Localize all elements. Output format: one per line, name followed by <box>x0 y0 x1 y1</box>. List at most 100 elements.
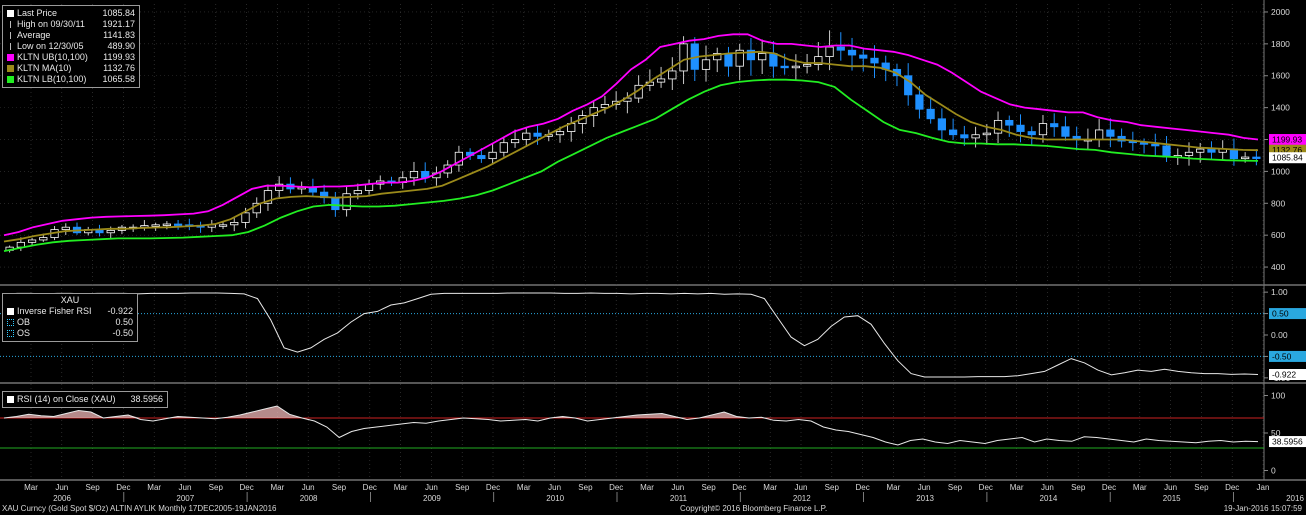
candle-body <box>960 134 969 139</box>
candle-body <box>241 212 250 223</box>
y-tick-label: 1000 <box>1271 166 1290 176</box>
legend-label-text: OB <box>17 317 31 327</box>
chart-window: Mar Jun Sep Dec Mar Jun Sep Dec Mar Jun Sep Dec Mar J… <box>0 0 1306 515</box>
x-year-label: 2012 <box>793 494 811 503</box>
y-tick-label: 1600 <box>1271 71 1290 81</box>
rsi-panel <box>0 405 1264 449</box>
x-tick-label: Dec <box>1225 483 1239 492</box>
candle-body <box>859 54 868 59</box>
x-tick-label: Mar <box>763 483 777 492</box>
candle-body <box>61 226 70 230</box>
series-line-kltn-ub <box>3 33 1259 237</box>
value-tag: 38.5956 <box>1269 436 1306 448</box>
candle-body <box>173 223 183 226</box>
x-tick-label: Sep <box>701 483 716 492</box>
candle-body <box>1016 124 1025 132</box>
x-tick-label: Sep <box>1071 483 1086 492</box>
legend-label: Low on 12/30/05 <box>7 41 84 52</box>
candle-body <box>1162 145 1171 158</box>
square-icon <box>7 396 14 403</box>
candle-body <box>151 224 160 227</box>
candle-body <box>982 132 991 136</box>
x-tick-label: Dec <box>239 483 253 492</box>
candle-body <box>724 53 733 67</box>
series-line-inverse-fisher-rsi <box>3 292 1259 378</box>
candle-body <box>836 46 845 51</box>
y-tick-label: 1800 <box>1271 39 1290 49</box>
x-tick-label: Dec <box>486 483 500 492</box>
candle-body <box>39 237 48 241</box>
x-tick-label: Mar <box>887 483 901 492</box>
legend-label: High on 09/30/11 <box>7 19 85 30</box>
legend-entry: High on 09/30/11 1921.17 <box>7 19 135 30</box>
x-tick-label: Jun <box>425 483 438 492</box>
candle-body <box>477 155 486 160</box>
candle-body <box>679 43 688 72</box>
value-tag-text: 1199.93 <box>1272 135 1302 145</box>
value-tag: -0.50 <box>1269 350 1306 362</box>
dotted-box-icon <box>7 319 14 326</box>
x-tick-label: Sep <box>825 483 840 492</box>
legend-value: -0.922 <box>107 306 133 316</box>
inverse-fisher-legend: XAU Inverse Fisher RSI -0.922 OB 0.50 OS -0.5… <box>2 293 138 342</box>
x-tick-label: Sep <box>209 483 224 492</box>
candle-body <box>555 131 565 136</box>
x-tick-label: Jan <box>1257 483 1270 492</box>
x-year-label: 2011 <box>670 494 688 503</box>
legend-value: 1085.84 <box>102 8 135 18</box>
x-year-label: 2006 <box>53 494 71 503</box>
x-tick-label: Jun <box>671 483 684 492</box>
value-tag-text: 1085.84 <box>1272 153 1303 163</box>
legend-value: 1141.83 <box>103 30 135 40</box>
candle-body <box>1151 143 1160 147</box>
legend-entry: KLTN MA(10) 1132.76 <box>7 63 135 74</box>
footer-ticker-info: XAU Curncy (Gold Spot $/Oz) ALTIN AYLIK … <box>2 504 277 513</box>
rsi-legend: RSI (14) on Close (XAU) 38.5956 <box>2 391 168 408</box>
x-year-label: 2015 <box>1163 494 1181 503</box>
value-tag-text: 38.5956 <box>1272 437 1303 447</box>
x-tick-label: Dec <box>732 483 746 492</box>
x-tick-label: Sep <box>332 483 347 492</box>
candle-body <box>915 94 924 110</box>
x-year-label: 2010 <box>546 494 564 503</box>
legend-label: Last Price <box>7 8 57 19</box>
candle-body <box>668 70 677 80</box>
x-year-label: 2016 <box>1286 494 1304 503</box>
candle-body <box>488 151 497 160</box>
x-tick-label: Dec <box>609 483 623 492</box>
legend-label-text: KLTN LB(10,100) <box>17 74 87 84</box>
x-tick-label: Jun <box>55 483 68 492</box>
candle-body <box>230 222 239 226</box>
candle-body <box>522 132 531 140</box>
legend-entry: Average 1141.83 <box>7 30 135 41</box>
x-tick-label: Jun <box>918 483 931 492</box>
y-tick-label: 0 <box>1271 466 1276 476</box>
legend-value: 0.50 <box>115 317 133 327</box>
dotted-box-icon <box>7 330 14 337</box>
candle-body <box>533 132 542 137</box>
legend-label-text: KLTN MA(10) <box>17 63 72 73</box>
legend-label: Inverse Fisher RSI <box>7 306 92 317</box>
price-panel <box>3 30 1261 253</box>
x-year-label: 2013 <box>916 494 934 503</box>
x-tick-label: Mar <box>517 483 531 492</box>
legend-entry: RSI (14) on Close (XAU) 38.5956 <box>7 394 163 405</box>
x-tick-label: Mar <box>640 483 654 492</box>
legend-label: KLTN UB(10,100) <box>7 52 88 63</box>
footer-bar: XAU Curncy (Gold Spot $/Oz) ALTIN AYLIK … <box>0 503 1306 515</box>
candle-body <box>353 190 362 195</box>
value-tag-text: 0.50 <box>1272 309 1289 319</box>
legend-label: OS <box>7 328 30 339</box>
x-tick-label: Sep <box>1194 483 1209 492</box>
candle-body <box>1184 151 1194 156</box>
candle-body <box>791 65 800 69</box>
candle-body <box>1061 126 1070 137</box>
y-tick-label: 100 <box>1271 391 1285 401</box>
legend-value: 1199.93 <box>103 52 135 62</box>
candle-body <box>937 118 946 131</box>
candle-body <box>1027 131 1036 136</box>
x-tick-label: Sep <box>455 483 470 492</box>
x-tick-label: Sep <box>948 483 963 492</box>
x-tick-label: Mar <box>24 483 38 492</box>
legend-label: RSI (14) on Close (XAU) <box>7 394 116 405</box>
